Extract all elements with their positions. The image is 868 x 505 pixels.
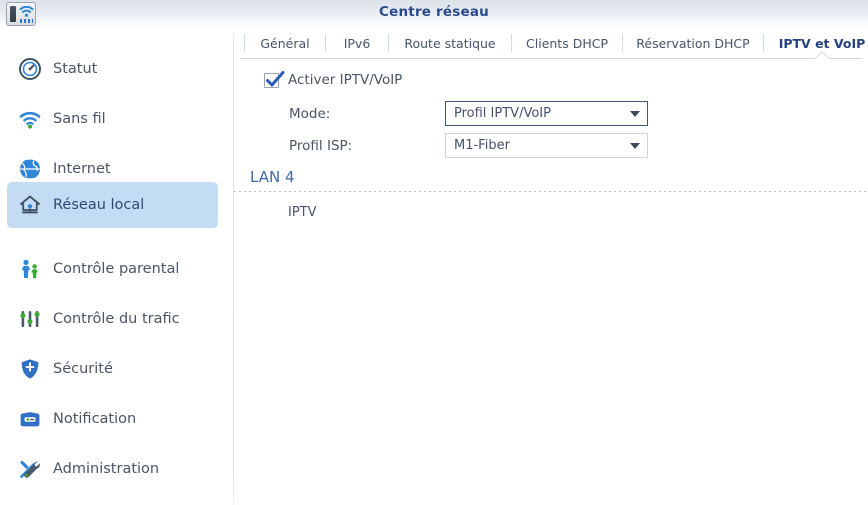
enable-iptv-voip-row[interactable]: Activer IPTV/VoIP xyxy=(264,70,403,88)
content-pane: Général IPv6 Route statique Clients DHCP… xyxy=(234,28,868,505)
enable-iptv-voip-checkbox[interactable] xyxy=(264,70,285,88)
sidebar-label-securite: Sécurité xyxy=(53,361,113,377)
wifi-icon xyxy=(17,106,43,132)
sidebar-label-reseau-local: Réseau local xyxy=(53,197,145,213)
sliders-icon xyxy=(17,306,43,332)
tab-bar-underline xyxy=(240,58,862,59)
isp-profile-label: Profil ISP: xyxy=(289,138,353,154)
tab-general[interactable]: Général xyxy=(245,28,325,58)
shield-icon xyxy=(17,356,43,382)
sidebar-label-sans-fil: Sans fil xyxy=(53,111,106,127)
sidebar-label-notification: Notification xyxy=(53,411,137,427)
chevron-down-icon xyxy=(623,134,647,157)
section-divider xyxy=(234,191,868,192)
people-icon xyxy=(17,256,43,282)
mode-dropdown[interactable]: Profil IPTV/VoIP xyxy=(445,101,648,126)
sidebar-label-controle-du-trafic: Contrôle du trafic xyxy=(53,311,180,327)
sidebar-item-sans-fil[interactable]: Sans fil xyxy=(7,96,218,142)
active-tab-caret xyxy=(815,52,829,59)
title-bar: Centre réseau xyxy=(0,0,868,28)
sidebar-item-reseau-local[interactable]: Réseau local xyxy=(7,182,218,228)
chevron-down-icon xyxy=(623,102,647,125)
sidebar-item-statut[interactable]: Statut xyxy=(7,46,218,92)
tab-clients-dhcp[interactable]: Clients DHCP xyxy=(512,28,622,58)
sidebar-label-internet: Internet xyxy=(53,161,111,177)
tab-reservation-dhcp[interactable]: Réservation DHCP xyxy=(623,28,763,58)
enable-iptv-voip-label: Activer IPTV/VoIP xyxy=(288,72,403,88)
tab-bar: Général IPv6 Route statique Clients DHCP… xyxy=(234,28,868,58)
envelope-icon xyxy=(17,406,43,432)
globe-icon xyxy=(17,156,43,182)
sidebar-label-statut: Statut xyxy=(53,61,98,77)
sidebar-item-controle-parental[interactable]: Contrôle parental xyxy=(7,246,218,292)
sidebar-item-controle-du-trafic[interactable]: Contrôle du trafic xyxy=(7,296,218,342)
sidebar-label-controle-parental: Contrôle parental xyxy=(53,261,180,277)
sidebar: Statut Sans fil Internet Réseau local Co… xyxy=(0,28,233,505)
isp-profile-dropdown-value: M1-Fiber xyxy=(454,138,510,153)
mode-dropdown-value: Profil IPTV/VoIP xyxy=(454,106,551,121)
window-title: Centre réseau xyxy=(379,4,489,20)
tab-route-statique[interactable]: Route statique xyxy=(389,28,511,58)
gauge-icon xyxy=(17,56,43,82)
iptv-row-label: IPTV xyxy=(288,205,317,220)
mode-label: Mode: xyxy=(289,106,331,122)
tools-icon xyxy=(17,456,43,482)
sidebar-item-securite[interactable]: Sécurité xyxy=(7,346,218,392)
home-network-icon xyxy=(17,192,43,218)
sidebar-label-administration: Administration xyxy=(53,461,160,477)
isp-profile-dropdown[interactable]: M1-Fiber xyxy=(445,133,648,158)
sidebar-item-notification[interactable]: Notification xyxy=(7,396,218,442)
sidebar-item-administration[interactable]: Administration xyxy=(7,446,218,492)
lan4-section-title: LAN 4 xyxy=(250,168,295,186)
tab-ipv6[interactable]: IPv6 xyxy=(326,28,388,58)
